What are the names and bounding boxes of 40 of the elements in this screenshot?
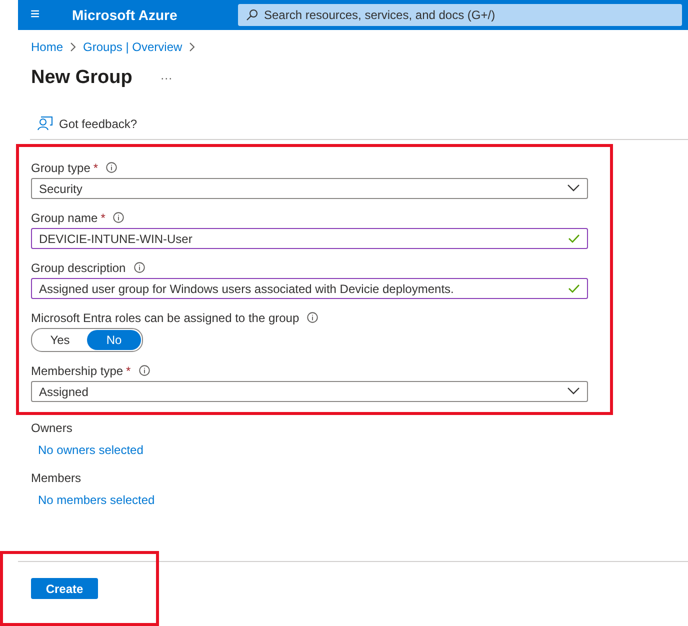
chevron-down-icon [567,184,580,192]
breadcrumb-link[interactable]: Home [31,40,64,54]
required-asterisk: * [100,210,106,224]
text-input-field[interactable]: DEVICIE-INTUNE-WIN-User [31,228,588,249]
page-title: New Group [31,67,132,89]
create-button[interactable]: Create [31,578,98,599]
info-icon[interactable] [106,162,118,173]
info-icon[interactable] [307,312,318,323]
dropdown-field[interactable]: Assigned [31,381,588,402]
select-link[interactable]: No owners selected [38,443,588,457]
breadcrumb-link[interactable]: Groups | Overview [83,40,182,54]
dropdown-field[interactable]: Security [31,178,588,199]
brand-title[interactable]: Microsoft Azure [72,7,222,23]
menu-icon[interactable]: ≡ [18,6,52,24]
checkmark-icon [568,284,580,293]
required-asterisk: * [93,160,98,174]
chevron-down-icon [567,387,580,395]
field-label: Owners [31,421,74,435]
chevron-right-icon [188,42,196,52]
feedback-button[interactable]: Got feedback? [37,114,138,133]
info-icon[interactable] [113,212,124,223]
more-button[interactable]: ··· [160,71,172,85]
info-icon[interactable] [134,262,145,273]
required-asterisk: * [126,364,131,378]
field-label: Group type [31,160,90,174]
feedback-person-icon [37,116,53,131]
field-label: Members [31,471,82,485]
toggle-option[interactable]: Yes [33,330,87,350]
info-icon[interactable] [138,365,150,376]
chevron-right-icon [69,42,78,52]
field-label: Group description [31,260,126,274]
toggle-option[interactable]: No [87,330,141,350]
search-field[interactable]: Search resources, services, and docs (G+/) [238,4,682,26]
field-label: Membership type [31,364,124,378]
search-icon [246,9,258,21]
checkmark-icon [568,234,580,243]
field-label: Group name [31,210,98,224]
select-link[interactable]: No members selected [38,493,588,507]
field-label: Microsoft Entra roles can be assigned to the group [31,310,300,324]
text-input-field[interactable]: Assigned user group for Windows users associated with Devicie deployments. [31,278,588,299]
